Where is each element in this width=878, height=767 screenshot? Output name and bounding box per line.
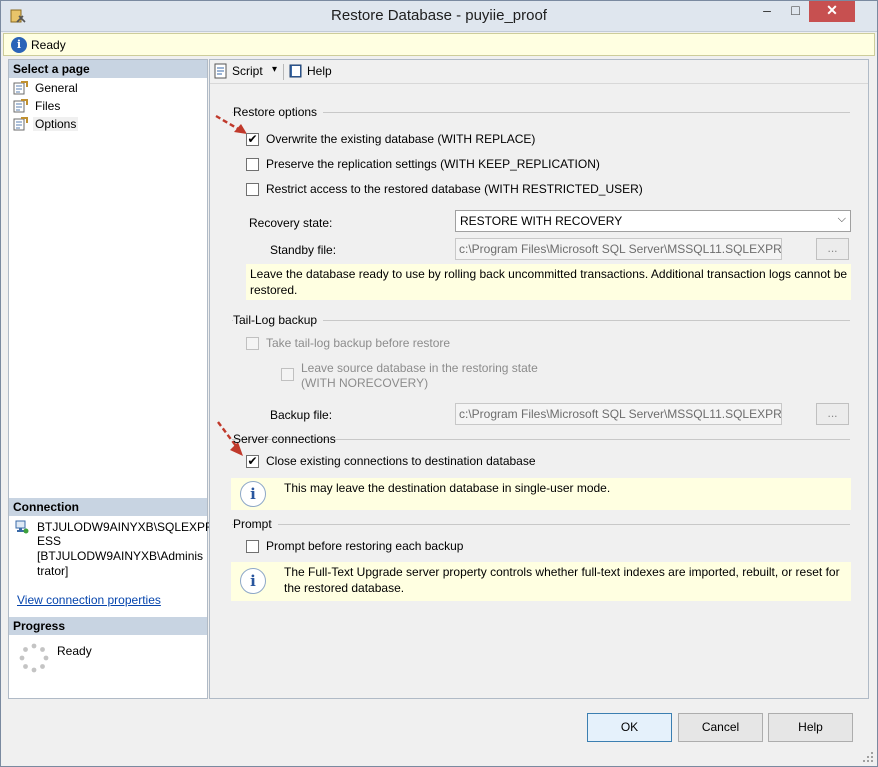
page-item-label: General <box>35 81 78 95</box>
recovery-state-note-text: Leave the database ready to use by rolli… <box>250 267 848 297</box>
prompt-rule <box>232 524 850 525</box>
full-text-upgrade-note: i The Full-Text Upgrade server property … <box>231 562 851 601</box>
script-label: Script <box>232 64 263 78</box>
standby-file-browse-button[interactable]: ... <box>816 238 849 260</box>
info-icon: i <box>11 37 27 53</box>
standby-file-label: Standby file: <box>270 243 337 257</box>
resize-grip-icon[interactable] <box>862 751 874 763</box>
page-item-label: Options <box>33 117 79 131</box>
connection-header: Connection <box>9 498 207 516</box>
ok-button[interactable]: OK <box>587 713 672 742</box>
connection-user-line-2: trator] <box>37 564 69 578</box>
help-book-icon <box>289 64 302 78</box>
restore-options-rule <box>232 112 850 113</box>
help-toolbar-button[interactable]: Help <box>288 63 336 81</box>
minimize-button[interactable]: – <box>753 1 781 22</box>
select-page-header: Select a page <box>9 60 207 78</box>
close-button[interactable]: ✕ <box>809 1 855 22</box>
chevron-down-icon: ⌵ <box>837 213 846 225</box>
page-item-label: Files <box>35 99 61 113</box>
connection-server-line-1: BTJULODW9AINYXB\SQLEXPR <box>37 520 214 534</box>
status-bar: i Ready <box>3 33 875 56</box>
info-icon: i <box>240 568 266 594</box>
full-text-upgrade-note-text: The Full-Text Upgrade server property co… <box>284 565 840 595</box>
recovery-state-value: RESTORE WITH RECOVERY <box>460 214 623 228</box>
take-tail-log-checkbox[interactable] <box>246 337 259 350</box>
prompt-before-label: Prompt before restoring each backup <box>266 539 464 553</box>
page-icon <box>13 81 28 95</box>
cancel-button[interactable]: Cancel <box>678 713 763 742</box>
leave-restoring-checkbox[interactable] <box>281 368 294 381</box>
restrict-access-label: Restrict access to the restored database… <box>266 182 643 196</box>
toolbar: Script ▾ Help <box>210 60 868 84</box>
preserve-replication-checkbox[interactable] <box>246 158 259 171</box>
recovery-state-note: Leave the database ready to use by rolli… <box>246 264 851 300</box>
leave-restoring-label-line-1: Leave source database in the restoring s… <box>301 361 538 375</box>
page-icon <box>13 117 28 131</box>
title-bar[interactable]: Restore Database - puyiie_proof – □ ✕ <box>1 1 877 32</box>
overwrite-checkbox[interactable]: ✔ <box>246 133 259 146</box>
progress-spinner-icon <box>19 643 49 673</box>
backup-file-input[interactable]: c:\Program Files\Microsoft SQL Server\MS… <box>455 403 782 425</box>
recovery-state-label: Recovery state: <box>249 216 333 230</box>
help-label: Help <box>307 64 332 78</box>
left-panel: Select a page General Files Options Conn… <box>8 59 214 699</box>
backup-file-browse-button[interactable]: ... <box>816 403 849 425</box>
connection-user-line-1: [BTJULODW9AINYXB\Adminis <box>37 549 204 563</box>
preserve-replication-label: Preserve the replication settings (WITH … <box>266 157 600 171</box>
overwrite-label: Overwrite the existing database (WITH RE… <box>266 132 536 146</box>
connection-server-line-2: ESS <box>37 534 62 548</box>
progress-header: Progress <box>9 617 207 635</box>
single-user-note-text: This may leave the destination database … <box>284 481 611 495</box>
prompt-before-checkbox[interactable] <box>246 540 259 553</box>
page-icon <box>13 99 28 113</box>
prompt-label: Prompt <box>233 517 278 531</box>
restore-database-dialog: Restore Database - puyiie_proof – □ ✕ i … <box>0 0 878 767</box>
status-text: Ready <box>31 38 66 52</box>
options-page: Script ▾ Help Restore options ✔ Overwrit… <box>209 59 869 699</box>
help-button[interactable]: Help <box>768 713 853 742</box>
toolbar-separator <box>283 64 284 80</box>
scroll-indicator <box>858 60 868 84</box>
server-connection-icon <box>15 520 29 534</box>
single-user-note: i This may leave the destination databas… <box>231 478 851 510</box>
window-title: Restore Database - puyiie_proof <box>331 7 547 24</box>
server-connections-label: Server connections <box>233 432 336 446</box>
chevron-down-icon[interactable]: ▾ <box>272 64 277 75</box>
backup-file-label: Backup file: <box>270 408 333 422</box>
script-button[interactable]: Script ▾ <box>213 63 281 81</box>
close-connections-checkbox[interactable]: ✔ <box>246 455 259 468</box>
info-icon: i <box>240 481 266 507</box>
take-tail-log-label: Take tail-log backup before restore <box>266 336 451 350</box>
tail-log-rule <box>232 320 850 321</box>
tail-log-label: Tail-Log backup <box>233 313 324 327</box>
leave-restoring-label-line-2: (WITH NORECOVERY) <box>301 376 429 390</box>
restrict-access-checkbox[interactable] <box>246 183 259 196</box>
script-icon <box>214 63 227 79</box>
view-connection-properties-link[interactable]: View connection properties <box>17 593 161 607</box>
red-arrow-annotation <box>215 114 247 134</box>
progress-status: Ready <box>57 644 92 658</box>
maximize-button[interactable]: □ <box>782 1 809 22</box>
recovery-state-select[interactable]: RESTORE WITH RECOVERY ⌵ <box>455 210 851 232</box>
close-connections-label: Close existing connections to destinatio… <box>266 454 536 468</box>
standby-file-input[interactable]: c:\Program Files\Microsoft SQL Server\MS… <box>455 238 782 260</box>
